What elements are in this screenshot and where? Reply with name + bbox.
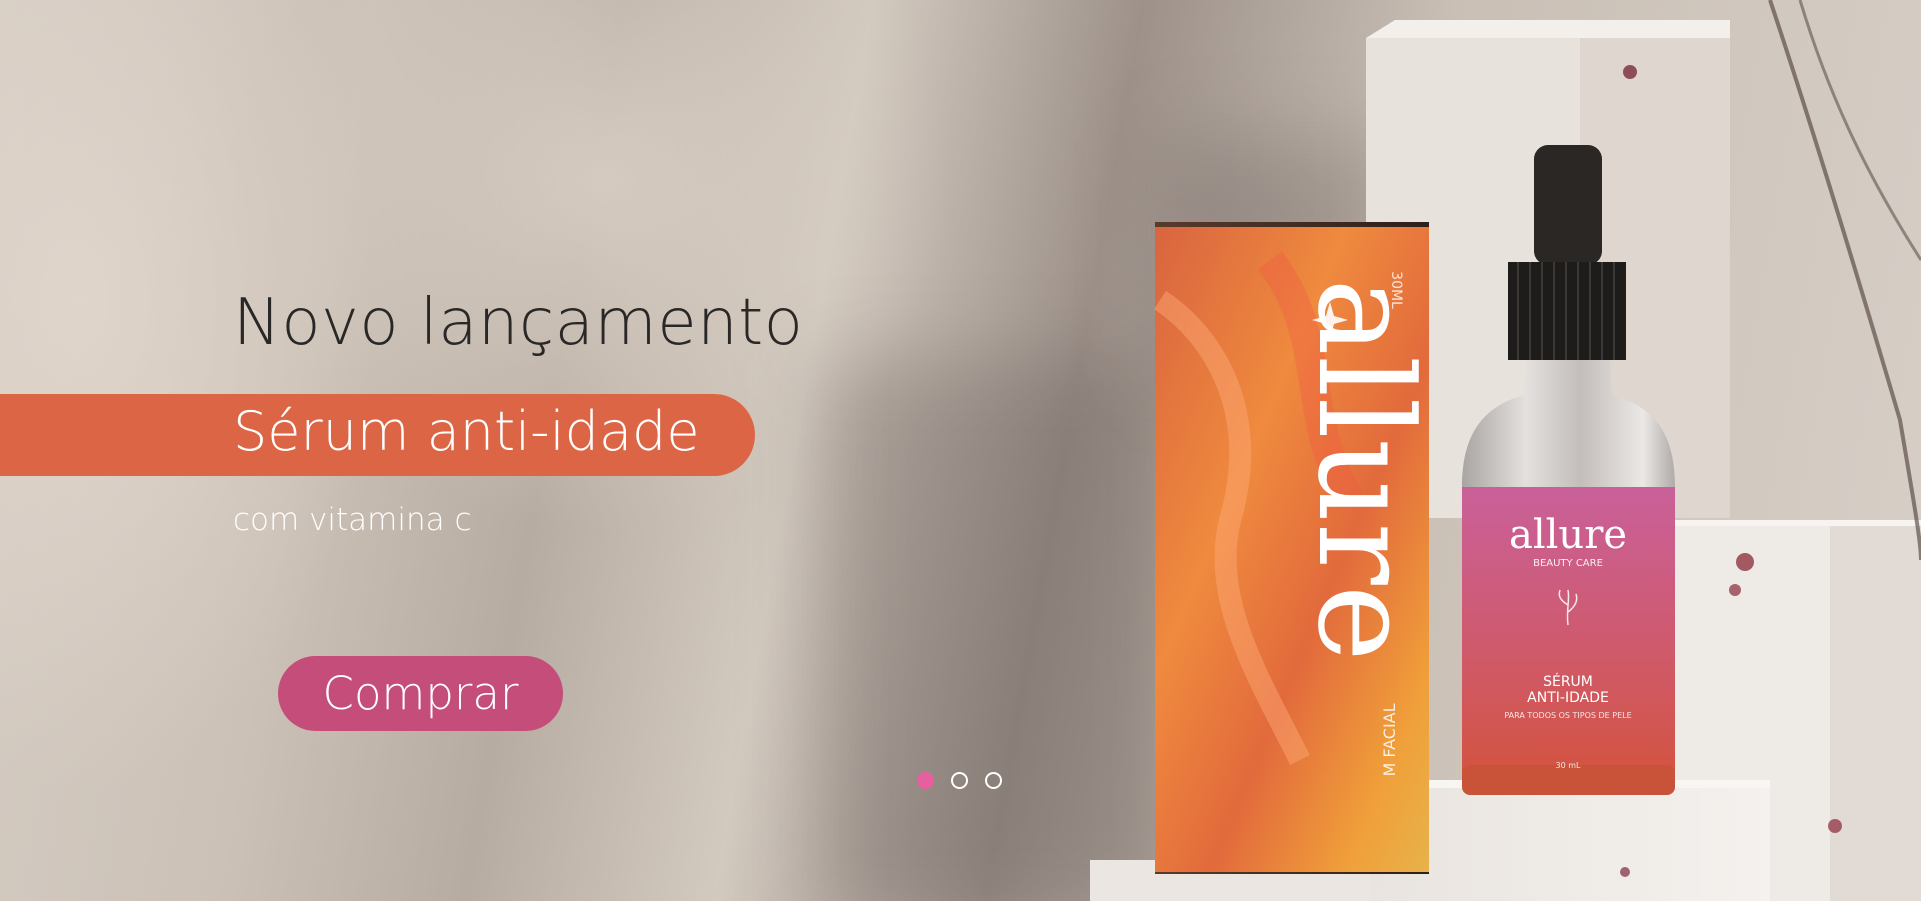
box-volume-text: 30ML [1388, 271, 1404, 309]
carousel-dot-3[interactable] [985, 772, 1002, 789]
bottle-product-line2: ANTI-IDADE [1527, 690, 1609, 706]
product-subtitle: com vitamina c [233, 502, 472, 538]
bottle-brand-text: allure [1509, 512, 1627, 558]
carousel-indicators [917, 772, 1002, 789]
box-type-text: M FACIAL [1380, 703, 1399, 776]
buy-button[interactable]: Comprar [278, 656, 563, 731]
hero-title: Novo lançamento [233, 286, 804, 360]
carousel-dot-2[interactable] [951, 772, 968, 789]
product-name: Sérum anti-idade [233, 400, 700, 463]
bottle-volume-text: 30 mL [1556, 761, 1582, 770]
box-brand-text: allure [1289, 278, 1441, 661]
bottle-skin-text: PARA TODOS OS TIPOS DE PELE [1504, 711, 1631, 720]
bottle-product-line1: SÉRUM [1543, 673, 1593, 690]
carousel-dot-1[interactable] [917, 772, 934, 789]
bottle-tagline-text: BEAUTY CARE [1533, 558, 1603, 569]
hero-banner: allure 30ML M FACIAL allure BEAUTY CARE … [0, 0, 1921, 901]
